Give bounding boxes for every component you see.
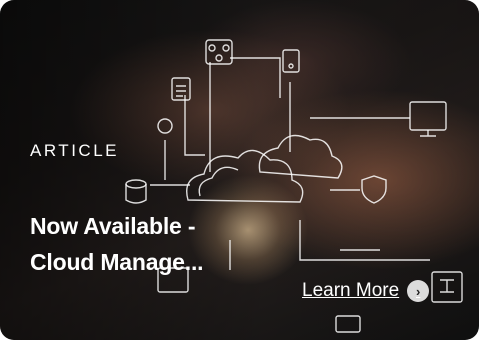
learn-more-link[interactable]: Learn More ›: [302, 280, 430, 302]
monitor-icon: [409, 101, 447, 131]
database-icon: [125, 179, 147, 189]
content-type-label: ARTICLE: [30, 141, 119, 160]
article-title-line: Now Available -: [30, 213, 196, 239]
article-title[interactable]: Now Available - Cloud Manage...: [30, 208, 290, 280]
shield-icon: [361, 175, 387, 204]
chevron-right-icon: ›: [407, 280, 430, 302]
learn-more-label: Learn More: [302, 280, 400, 301]
article-title-line: Cloud Manage...: [30, 249, 204, 275]
cloud-icon: [186, 149, 304, 203]
cloud-icon: [258, 134, 343, 179]
article-card[interactable]: ARTICLE Now Available - Cloud Manage... …: [0, 0, 479, 340]
analytics-icon: [157, 118, 173, 134]
